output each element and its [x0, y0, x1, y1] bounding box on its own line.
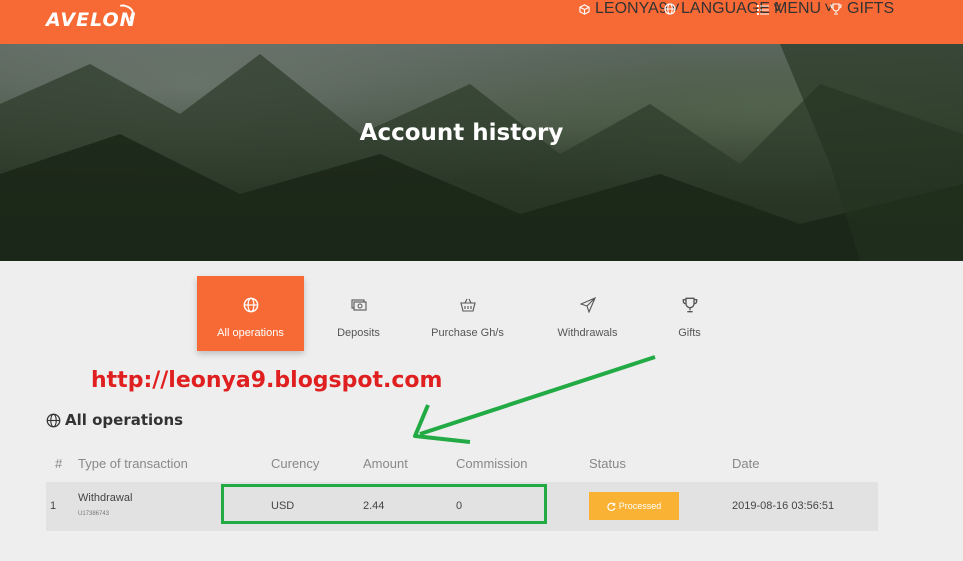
status-badge: Processed — [589, 492, 679, 520]
blog-url-annotation: http://leonya9.blogspot.com — [91, 368, 443, 393]
column-header-number: # — [55, 456, 63, 471]
nav-menu-label: MENU — [774, 0, 822, 17]
row-number: 1 — [50, 500, 57, 512]
tab-label: Purchase Gh/s — [431, 327, 504, 339]
transaction-type: Withdrawal — [78, 492, 133, 504]
mountain-background-image — [0, 44, 963, 261]
globe-icon — [243, 297, 258, 313]
paper-plane-icon — [579, 297, 596, 313]
cube-icon — [579, 3, 590, 15]
nav-menu-dropdown[interactable]: MENU ˅ — [757, 0, 833, 18]
section-heading: All operations — [46, 411, 183, 429]
tab-withdrawals[interactable]: Withdrawals — [534, 276, 641, 351]
money-icon — [350, 299, 367, 311]
basket-icon — [459, 298, 476, 312]
trophy-icon — [682, 297, 697, 313]
tab-purchase-ghs[interactable]: Purchase Gh/s — [414, 276, 521, 351]
refresh-icon — [607, 502, 616, 511]
tab-label: Gifts — [678, 327, 701, 339]
highlight-box-annotation — [221, 484, 547, 524]
tab-label: Deposits — [337, 327, 380, 339]
tab-label: Withdrawals — [557, 327, 618, 339]
nav-gifts-link[interactable]: GIFTS — [830, 0, 894, 18]
tab-gifts[interactable]: Gifts — [636, 276, 743, 351]
hero-banner: Account history — [0, 44, 963, 261]
globe-icon — [46, 413, 61, 427]
transaction-id: U17386743 — [78, 511, 110, 517]
column-header-status: Status — [589, 456, 626, 471]
column-header-amount: Amount — [363, 456, 408, 471]
nav-gifts-label: GIFTS — [847, 0, 895, 17]
column-header-commission: Commission — [456, 456, 528, 471]
section-title: All operations — [65, 411, 184, 429]
globe-icon — [664, 3, 676, 15]
column-header-type: Type of transaction — [78, 456, 188, 471]
column-header-currency: Curency — [271, 456, 320, 471]
date-value: 2019-08-16 03:56:51 — [732, 500, 835, 512]
nav-user-label: LEONYA9 — [595, 0, 668, 17]
tab-all-operations[interactable]: All operations — [197, 276, 304, 351]
tab-label: All operations — [217, 327, 284, 339]
list-icon — [757, 4, 769, 15]
tab-deposits[interactable]: Deposits — [305, 276, 412, 351]
top-navbar: AVELON LEONYA9 ˅ LANGUAGE ˅ MENU ˅ GIFTS — [0, 0, 963, 44]
trophy-icon — [830, 3, 842, 15]
column-header-date: Date — [732, 456, 760, 471]
status-label: Processed — [618, 501, 662, 511]
page-title: Account history — [359, 120, 564, 146]
